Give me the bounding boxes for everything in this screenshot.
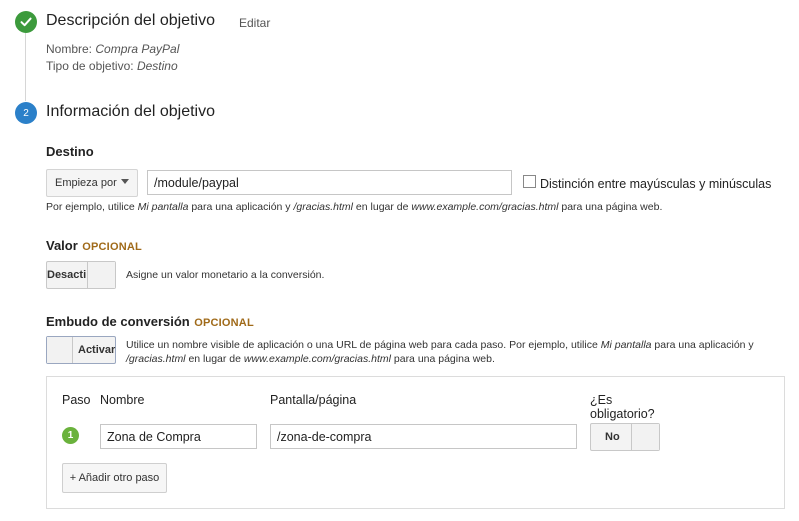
funnel-heading: Embudo de conversión OPCIONAL	[46, 313, 254, 331]
goal-type-label: Tipo de objetivo:	[46, 59, 134, 73]
step2-title: Información del objetivo	[46, 103, 215, 120]
destination-label: Destino	[46, 144, 94, 159]
funnel-optional-tag: OPCIONAL	[194, 317, 254, 329]
toggle-knob	[87, 262, 115, 288]
value-toggle[interactable]: Desacti	[46, 261, 116, 289]
funnel-label: Embudo de conversión	[46, 314, 190, 329]
add-step-button[interactable]: + Añadir otro paso	[62, 463, 167, 493]
goal-name-label: Nombre:	[46, 42, 93, 56]
case-sensitive-label: Distinción entre mayúsculas y minúsculas	[540, 177, 772, 191]
funnel-step-number: 1	[62, 427, 79, 444]
step1-title: Descripción del objetivo	[46, 12, 215, 29]
match-type-select[interactable]: Empieza por	[46, 169, 138, 197]
value-label: Valor	[46, 238, 78, 253]
col-step: Paso	[62, 393, 91, 407]
toggle-knob	[631, 424, 659, 450]
toggle-knob	[47, 337, 73, 363]
required-toggle[interactable]: No	[590, 423, 660, 451]
funnel-step-name-input[interactable]: Zona de Compra	[100, 424, 257, 449]
step-connector	[25, 33, 26, 101]
value-hint: Asigne un valor monetario a la conversió…	[126, 269, 325, 281]
required-toggle-label: No	[605, 431, 620, 443]
match-type-value: Empieza por	[55, 177, 117, 189]
destination-input[interactable]: /module/paypal	[147, 170, 512, 195]
step-number-badge: 2	[15, 102, 37, 124]
col-required: ¿Es obligatorio?	[590, 393, 655, 421]
funnel-step-screen-input[interactable]: /zona-de-compra	[270, 424, 577, 449]
col-screen: Pantalla/página	[270, 393, 357, 407]
goal-type: Tipo de objetivo: Destino	[46, 59, 178, 73]
chevron-down-icon	[121, 179, 129, 184]
step-complete-icon	[15, 11, 37, 33]
funnel-toggle[interactable]: Activar	[46, 336, 116, 364]
case-sensitive-checkbox[interactable]	[523, 175, 536, 188]
value-optional-tag: OPCIONAL	[82, 241, 142, 253]
checkmark-icon	[20, 17, 32, 27]
value-heading: Valor OPCIONAL	[46, 237, 142, 255]
value-toggle-label: Desacti	[47, 269, 87, 281]
funnel-hint: Utilice un nombre visible de aplicación …	[126, 339, 754, 365]
funnel-toggle-label: Activar	[78, 344, 116, 356]
destination-hint: Por ejemplo, utilice Mi pantalla para un…	[46, 201, 663, 213]
goal-type-value: Destino	[136, 59, 178, 73]
edit-link[interactable]: Editar	[239, 16, 270, 30]
goal-name-value: Compra PayPal	[95, 42, 180, 56]
col-name: Nombre	[100, 393, 145, 407]
goal-name: Nombre: Compra PayPal	[46, 42, 179, 56]
